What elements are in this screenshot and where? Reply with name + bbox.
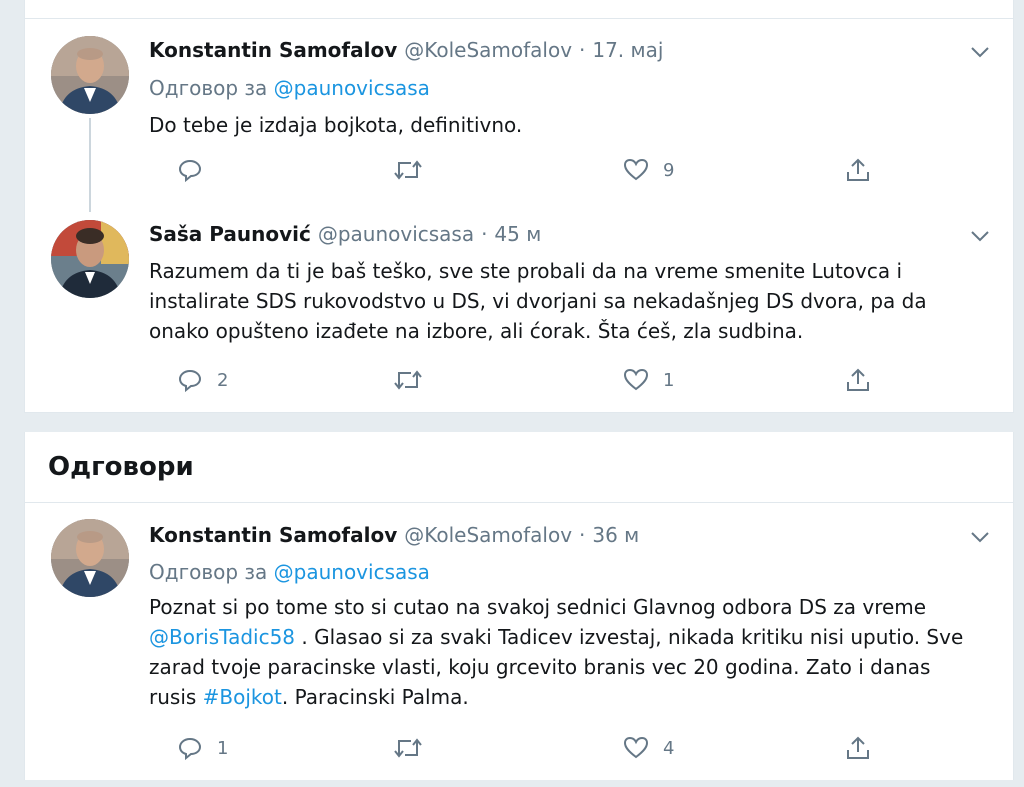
like-button[interactable]: 4	[623, 733, 674, 763]
tweet-konstantin-reply[interactable]: Konstantin Samofalov @KoleSamofalov · 36…	[25, 503, 1013, 780]
separator: ·	[481, 222, 488, 246]
reply-count: 1	[217, 737, 229, 759]
chevron-down-icon[interactable]	[969, 529, 991, 545]
author-handle[interactable]: @paunovicsasa	[318, 222, 474, 246]
tweet-actions: 9	[149, 155, 869, 185]
retweet-icon	[394, 738, 422, 758]
conversation-thread: Konstantin Samofalov @KoleSamofalov · 17…	[24, 0, 1014, 413]
avatar-sasa-image	[51, 220, 129, 298]
tweet-actions: 1 4	[149, 733, 869, 763]
reply-button[interactable]: 1	[177, 733, 228, 763]
avatar[interactable]	[51, 36, 129, 114]
avatar-konstantin-image	[51, 36, 129, 114]
timestamp[interactable]: 17. мај	[592, 38, 663, 62]
avatar[interactable]	[51, 519, 129, 597]
author-handle[interactable]: @KoleSamofalov	[404, 38, 572, 62]
hashtag-link[interactable]: #Bojkot	[203, 685, 282, 709]
reply-to-mention[interactable]: @paunovicsasa	[274, 560, 430, 584]
retweet-button[interactable]	[393, 155, 437, 185]
like-count: 1	[663, 369, 675, 391]
tweet-text-part3: . Paracinski Palma.	[281, 685, 469, 709]
author-name[interactable]: Konstantin Samofalov	[149, 523, 397, 547]
retweet-icon	[394, 370, 422, 390]
separator: ·	[579, 38, 586, 62]
reply-icon	[178, 159, 202, 183]
separator: ·	[579, 523, 586, 547]
like-button[interactable]: 1	[623, 365, 674, 395]
tweet-actions: 2 1	[149, 365, 869, 395]
author-name[interactable]: Saša Paunović	[149, 222, 311, 246]
reply-icon	[178, 737, 202, 761]
reply-icon	[178, 369, 202, 393]
avatar-konstantin-image	[51, 519, 129, 597]
avatar[interactable]	[51, 220, 129, 298]
retweet-icon	[394, 160, 422, 180]
retweet-button[interactable]	[393, 365, 437, 395]
reply-prefix: Одговор за	[149, 76, 268, 100]
author-line: Saša Paunović @paunovicsasa · 45 м	[149, 222, 541, 246]
share-icon	[847, 736, 869, 759]
author-name[interactable]: Konstantin Samofalov	[149, 38, 397, 62]
replies-list: Konstantin Samofalov @KoleSamofalov · 36…	[24, 503, 1014, 780]
like-button[interactable]: 9	[623, 155, 674, 185]
like-count: 9	[663, 159, 675, 181]
replying-to: Одговор за @paunovicsasa	[149, 76, 430, 100]
share-icon	[847, 158, 869, 181]
reply-button[interactable]: 2	[177, 365, 228, 395]
like-count: 4	[663, 737, 675, 759]
heart-icon	[623, 368, 649, 391]
reply-button[interactable]	[177, 155, 217, 185]
retweet-button[interactable]	[393, 733, 437, 763]
tweet-text: Do tebe je izdaja bojkota, definitivno.	[149, 113, 523, 137]
share-button[interactable]	[845, 155, 871, 185]
share-button[interactable]	[845, 365, 871, 395]
tweet-text: Razumem da ti je baš teško, sve ste prob…	[149, 259, 927, 343]
tweet-konstantin-1[interactable]: Konstantin Samofalov @KoleSamofalov · 17…	[25, 0, 1013, 200]
tweet-text-part1: Poznat si po tome sto si cutao na svakoj…	[149, 595, 927, 619]
tweet-sasa[interactable]: Saša Paunović @paunovicsasa · 45 м Razum…	[25, 200, 1013, 412]
replying-to: Одговор за @paunovicsasa	[149, 560, 430, 584]
share-button[interactable]	[845, 733, 871, 763]
author-line: Konstantin Samofalov @KoleSamofalov · 17…	[149, 38, 663, 62]
chevron-down-icon[interactable]	[969, 44, 991, 60]
author-line: Konstantin Samofalov @KoleSamofalov · 36…	[149, 523, 639, 547]
timestamp[interactable]: 36 м	[592, 523, 639, 547]
author-handle[interactable]: @KoleSamofalov	[404, 523, 572, 547]
timestamp[interactable]: 45 м	[494, 222, 541, 246]
reply-prefix: Одговор за	[149, 560, 268, 584]
share-icon	[847, 368, 869, 391]
tweet-text: Poznat si po tome sto si cutao na svakoj…	[149, 592, 973, 712]
heart-icon	[623, 736, 649, 759]
replies-section-title: Одговори	[48, 452, 194, 482]
reply-count: 2	[217, 369, 229, 391]
heart-icon	[623, 158, 649, 181]
chevron-down-icon[interactable]	[969, 228, 991, 244]
reply-to-mention[interactable]: @paunovicsasa	[274, 76, 430, 100]
mention-link[interactable]: @BorisTadic58	[149, 625, 295, 649]
